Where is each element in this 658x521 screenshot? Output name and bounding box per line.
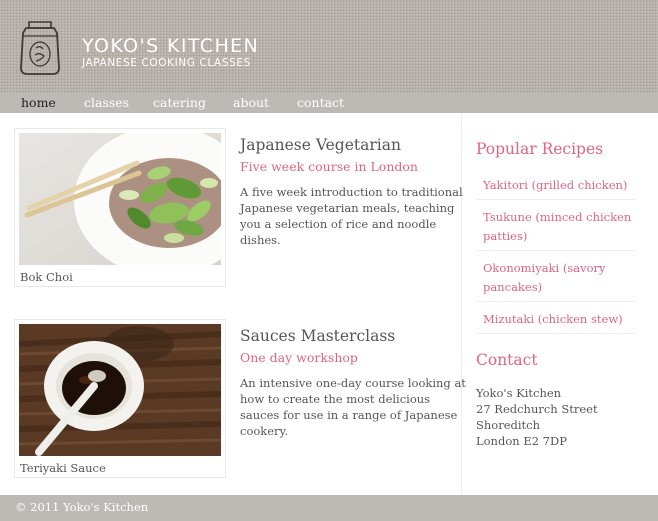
course-title: Sauces Masterclass — [240, 327, 396, 345]
popular-recipes-heading: Popular Recipes — [476, 140, 604, 158]
nav-item-contact[interactable]: contact — [297, 95, 344, 110]
list-item: Yakitori (grilled chicken) — [476, 168, 636, 200]
recipe-list: Yakitori (grilled chicken) Tsukune (minc… — [476, 168, 636, 334]
recipe-link[interactable]: Okonomiyaki (savory pancakes) — [483, 261, 606, 294]
recipe-link[interactable]: Tsukune (minced chicken patties) — [483, 210, 631, 243]
course-subtitle: One day workshop — [240, 350, 358, 365]
course-image-frame: Teriyaki Sauce — [14, 319, 226, 478]
contact-address: Yoko's Kitchen 27 Redchurch Street Shore… — [476, 385, 598, 449]
list-item: Okonomiyaki (savory pancakes) — [476, 251, 636, 302]
list-item: Tsukune (minced chicken patties) — [476, 200, 636, 251]
main-nav: home classes catering about contact — [0, 93, 658, 113]
image-caption: Bok Choi — [20, 270, 73, 284]
course-title: Japanese Vegetarian — [240, 136, 401, 154]
recipe-link[interactable]: Yakitori (grilled chicken) — [483, 178, 627, 192]
course-subtitle: Five week course in London — [240, 159, 418, 174]
course-card: Teriyaki Sauce Sauces Masterclass One da… — [14, 319, 466, 484]
contact-heading: Contact — [476, 351, 538, 369]
list-item: Mizutaki (chicken stew) — [476, 302, 636, 334]
site-title: YOKO'S KITCHEN — [82, 35, 260, 57]
course-description: An intensive one-day course looking at h… — [240, 376, 466, 438]
nav-item-about[interactable]: about — [233, 95, 269, 110]
nav-item-home[interactable]: home — [21, 95, 56, 110]
address-line: 27 Redchurch Street — [476, 402, 598, 416]
bok-choi-jar-logo-icon[interactable] — [17, 18, 64, 78]
address-line: London E2 7DP — [476, 434, 567, 448]
site-header: YOKO'S KITCHEN JAPANESE COOKING CLASSES — [0, 0, 658, 93]
course-image-frame: Bok Choi — [14, 128, 226, 287]
image-caption: Teriyaki Sauce — [20, 461, 106, 475]
copyright-text: © 2011 Yoko's Kitchen — [15, 500, 149, 514]
site-footer: © 2011 Yoko's Kitchen — [0, 495, 658, 521]
course-card: Bok Choi Japanese Vegetarian Five week c… — [14, 128, 463, 293]
teriyaki-sauce-photo — [19, 324, 221, 456]
address-line: Shoreditch — [476, 418, 541, 432]
address-line: Yoko's Kitchen — [476, 386, 562, 400]
nav-item-catering[interactable]: catering — [153, 95, 206, 110]
course-description: A five week introduction to traditional … — [240, 185, 463, 247]
recipe-link[interactable]: Mizutaki (chicken stew) — [483, 312, 623, 326]
bok-choi-photo — [19, 133, 221, 265]
site-subtitle: JAPANESE COOKING CLASSES — [82, 57, 251, 69]
nav-item-classes[interactable]: classes — [84, 95, 129, 110]
